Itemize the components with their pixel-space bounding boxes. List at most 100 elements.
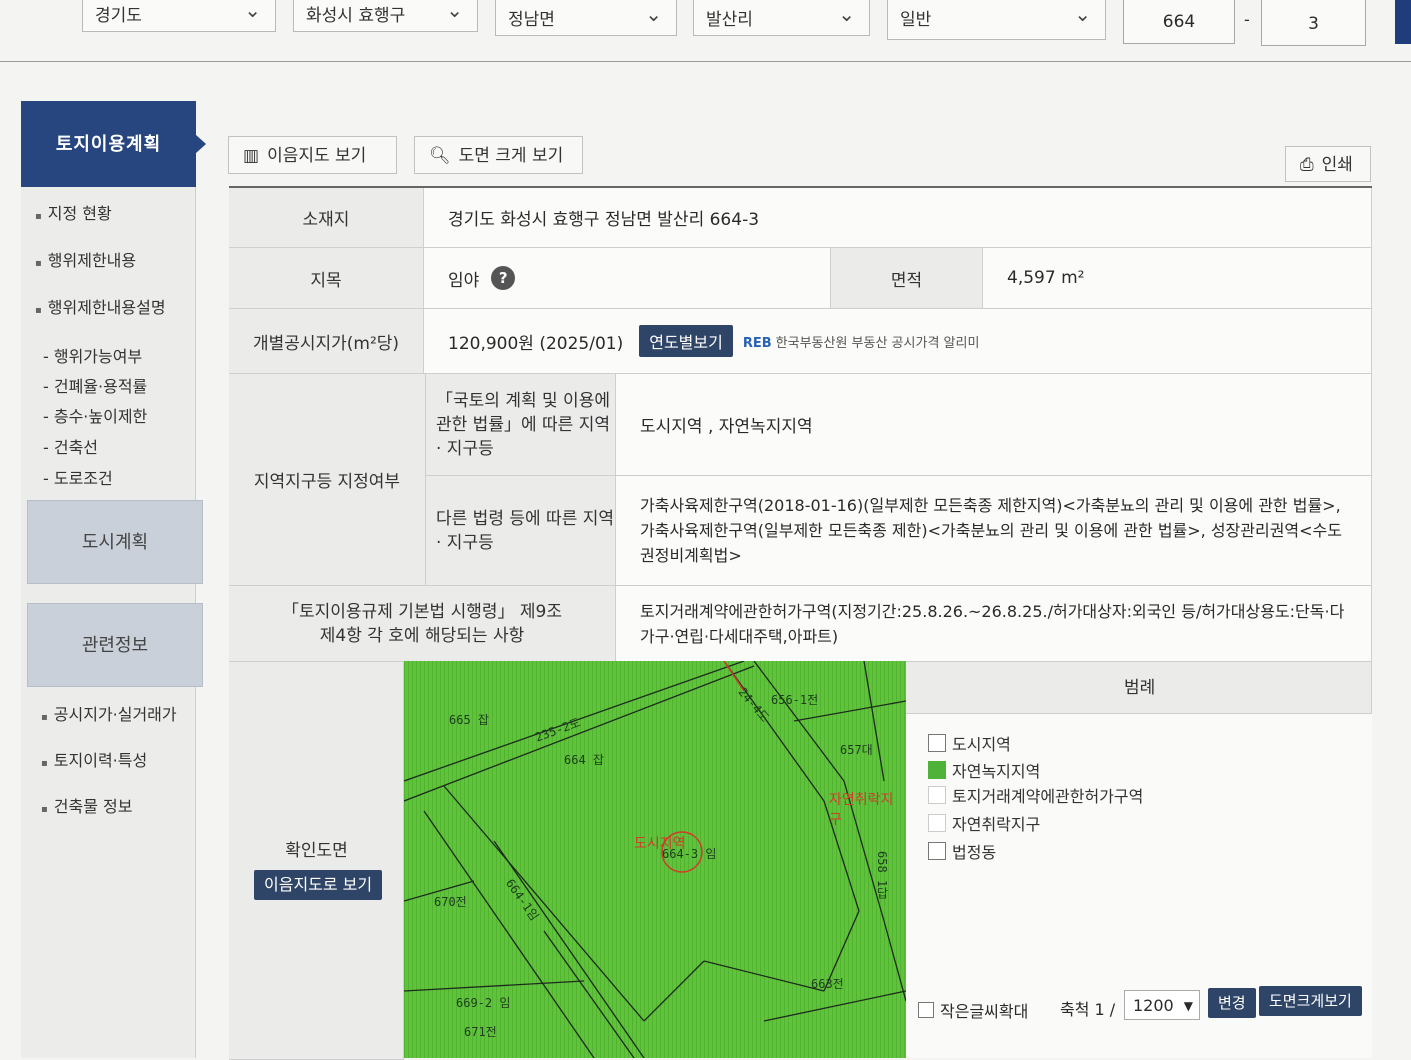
button-label: 도면 크게 보기	[458, 146, 564, 166]
sidebar-item-label: 건축물 정보	[53, 797, 133, 816]
reb-link[interactable]: REB 한국부동산원 부동산 공시가격 알리미	[743, 332, 980, 351]
legend-item-natural-green: 자연녹지지역	[928, 758, 1040, 782]
zone-sub2-value: 가축사육제한구역(2018-01-16)(일부제한 모든축종 제한지역)<가축분…	[616, 476, 1372, 586]
legend-item-urban: 도시지역	[928, 731, 1011, 755]
area-label: 면적	[831, 248, 983, 309]
scale-select[interactable]: 1200 ▼	[1124, 990, 1200, 1020]
help-icon[interactable]: ?	[491, 266, 516, 290]
village-select[interactable]: 발산리 ⌄	[693, 0, 870, 36]
enlarge-drawing-button[interactable]: 🔍︎ 도면 크게 보기	[414, 136, 583, 174]
legend-swatch	[928, 814, 946, 832]
legend-item-permit-zone: 토지거래계약에관한허가구역	[928, 783, 1143, 807]
enlarge-map-button[interactable]: 도면크게보기	[1259, 986, 1362, 1016]
sidebar-sub-height[interactable]: - 층수·높이제한	[43, 403, 147, 427]
map-label-663: 663전	[811, 977, 844, 991]
sidebar-sub-road[interactable]: - 도로조건	[43, 465, 113, 489]
button-label: 인쇄	[1321, 155, 1353, 175]
address-filter-bar: 경기도 ⌄ 화성시 효행구 ⌄ 정남면 ⌄ 발산리 ⌄ 일반 ⌄ 664 - 3	[0, 0, 1411, 62]
sidebar-item-building-info[interactable]: ▪ 건축물 정보	[41, 793, 132, 817]
chevron-down-icon: ⌄	[645, 2, 662, 26]
chevron-down-icon: ⌄	[838, 2, 855, 26]
city-value: 화성시 효행구	[306, 6, 406, 26]
main-number-input[interactable]: 664	[1123, 0, 1235, 44]
sidebar-title[interactable]: 토지이용계획	[21, 101, 206, 187]
map-label-657: 657대	[840, 743, 873, 757]
scale-label: 축척 1 /	[1060, 1000, 1116, 1019]
chevron-down-icon: ⌄	[1074, 2, 1091, 26]
magnifier-icon: 🔍︎	[429, 146, 451, 166]
legend-label: 토지거래계약에관한허가구역	[952, 787, 1144, 806]
chevron-down-icon: ⌄	[244, 0, 261, 22]
map-label-658: 658 1답	[875, 851, 889, 900]
sidebar-sub-allowed[interactable]: - 행위가능여부	[43, 343, 142, 367]
village-value: 발산리	[706, 10, 753, 30]
sidebar-sub-coverage[interactable]: - 건폐율·용적률	[43, 373, 147, 397]
category-value: 임야	[448, 270, 480, 291]
button-label: 이음지도 보기	[267, 146, 367, 166]
legend-swatch	[928, 842, 946, 860]
zone-sub1-label: 「국토의 계획 및 이용에 관한 법률」에 따른 지역 · 지구등	[426, 374, 616, 476]
open-eum-map-button[interactable]: ▥ 이음지도 보기	[228, 136, 397, 174]
category-label: 지목	[229, 248, 424, 309]
map-label-natural-village: 자연취락지구	[829, 792, 894, 828]
category-cell: 임야 ?	[424, 248, 831, 309]
map-label-cell: 확인도면 이음지도로 보기	[229, 662, 404, 1060]
sidebar-item-land-price[interactable]: ▪ 공시지가·실거래가	[41, 701, 177, 725]
sidebar-item-restriction-desc[interactable]: ▪ 행위제한내용설명	[35, 294, 166, 318]
eum-map-view-button[interactable]: 이음지도로 보기	[254, 870, 383, 900]
sidebar-item-label: 행위제한내용설명	[47, 298, 166, 317]
legend-swatch	[928, 734, 946, 752]
city-select[interactable]: 화성시 효행구 ⌄	[293, 0, 478, 32]
print-button[interactable]: ⎙ 인쇄	[1285, 146, 1371, 182]
province-select[interactable]: 경기도 ⌄	[82, 0, 276, 32]
checkbox[interactable]	[918, 1002, 934, 1018]
chevron-down-icon: ⌄	[446, 0, 463, 22]
zone-sub1-value: 도시지역 , 자연녹지지역	[616, 374, 1372, 476]
act-label: 「토지이용규제 기본법 시행령」 제9조 제4항 각 호에 해당되는 사항	[229, 586, 616, 662]
map-label-665: 665 잡	[449, 713, 489, 727]
land-type-select[interactable]: 일반 ⌄	[887, 0, 1106, 40]
legend-item-legal-dong: 법정동	[928, 839, 996, 863]
map-icon: ▥	[243, 146, 260, 166]
town-select[interactable]: 정남면 ⌄	[495, 0, 677, 36]
yearly-view-button[interactable]: 연도별보기	[639, 325, 733, 357]
sidebar-block-related[interactable]: 관련정보	[27, 603, 203, 687]
price-cell: 120,900원 (2025/01) 연도별보기 REB 한국부동산원 부동산 공…	[424, 309, 1372, 374]
small-text-toggle[interactable]: 작은글씨확대	[918, 998, 1028, 1022]
legend-item-natural-village: 자연취락지구	[928, 811, 1040, 835]
map-label-664: 664 잡	[564, 753, 604, 767]
legend-label: 자연취락지구	[952, 815, 1041, 834]
land-type-value: 일반	[900, 10, 932, 30]
sidebar-sub-building-line[interactable]: - 건축선	[43, 434, 98, 458]
checkbox-label: 작은글씨확대	[940, 1002, 1029, 1021]
sidebar-block-urban-plan[interactable]: 도시계획	[27, 500, 203, 584]
legend-label: 도시지역	[952, 735, 1011, 754]
printer-icon: ⎙	[1300, 155, 1314, 175]
sidebar-item-label: 공시지가·실거래가	[53, 705, 177, 724]
legend-title: 범례	[1124, 678, 1156, 698]
area-value: 4,597 m²	[983, 248, 1372, 309]
reb-text: 한국부동산원 부동산 공시가격 알리미	[775, 335, 980, 351]
legend-label: 자연녹지지역	[952, 762, 1041, 781]
map-label-656: 656-1전	[771, 693, 819, 707]
sidebar-item-designation[interactable]: ▪ 지정 현황	[35, 200, 112, 224]
reb-logo: REB	[742, 335, 772, 351]
chevron-down-icon: ▼	[1183, 999, 1193, 1013]
sidebar-item-restriction[interactable]: ▪ 행위제한내용	[35, 247, 136, 271]
price-label: 개별공시지가(m²당)	[229, 309, 424, 374]
legend-swatch	[928, 761, 946, 779]
search-button-edge[interactable]	[1395, 0, 1411, 44]
sidebar-item-label: 행위제한내용	[47, 251, 137, 270]
sidebar-item-land-history[interactable]: ▪ 토지이력·특성	[41, 747, 147, 771]
sidebar-item-label: 토지이력·특성	[53, 751, 148, 770]
number-separator: -	[1244, 10, 1250, 29]
land-use-map[interactable]: 665 잡 664 잡 656-1전 657대 658 1답 670전 664-…	[404, 661, 906, 1058]
location-value: 경기도 화성시 효행구 정남면 발산리 664-3	[424, 188, 1372, 248]
scale-value: 1200	[1133, 996, 1174, 1015]
zone-label: 지역지구등 지정여부	[229, 374, 426, 586]
zone-sub2-label: 다른 법령 등에 따른 지역 · 지구등	[426, 476, 616, 586]
map-label-target-parcel: 664-3 임	[662, 847, 717, 861]
sub-number-input[interactable]: 3	[1261, 0, 1366, 46]
change-scale-button[interactable]: 변경	[1208, 988, 1256, 1018]
act-value: 토지거래계약에관한허가구역(지정기간:25.8.26.~26.8.25./허가대…	[616, 586, 1372, 662]
